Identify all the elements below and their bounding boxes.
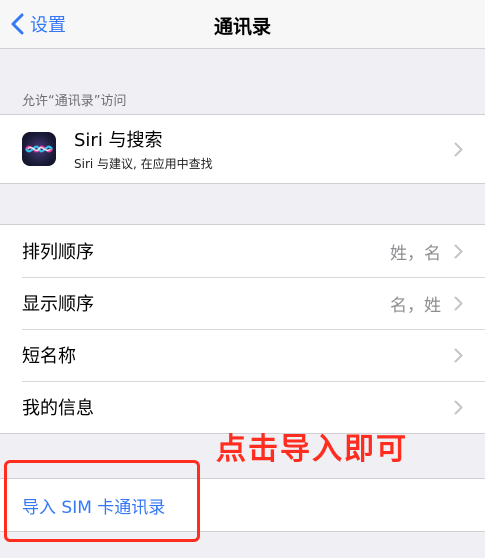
siri-group: Siri 与搜索 Siri 与建议, 在应用中查找: [0, 114, 485, 184]
chevron-right-icon: [454, 244, 463, 259]
sort-order-row[interactable]: 排列顺序 姓，名: [0, 225, 485, 277]
navigation-bar: 设置 通讯录: [0, 0, 485, 49]
page-title: 通讯录: [213, 16, 271, 38]
my-info-label: 我的信息: [22, 398, 94, 419]
display-order-row[interactable]: 显示顺序 名，姓: [0, 277, 485, 329]
display-order-label: 显示顺序: [22, 294, 94, 315]
section-header: 允许“通讯录”访问: [22, 94, 127, 109]
sort-order-label: 排列顺序: [22, 242, 94, 263]
chevron-right-icon: [454, 142, 463, 157]
siri-search-row[interactable]: Siri 与搜索 Siri 与建议, 在应用中查找: [0, 115, 485, 183]
chevron-right-icon: [454, 400, 463, 415]
siri-subtitle: Siri 与建议, 在应用中查找: [74, 157, 213, 171]
display-order-value: 名，姓: [390, 295, 441, 316]
short-name-label: 短名称: [22, 346, 76, 367]
contact-settings-group: 排列顺序 姓，名 显示顺序 名，姓 短名称 我的信息: [0, 224, 485, 434]
annotation-text: 点击导入即可: [216, 432, 408, 467]
annotation-highlight-box: [4, 460, 200, 542]
sort-order-value: 姓，名: [390, 243, 441, 264]
chevron-right-icon: [454, 296, 463, 311]
siri-title: Siri 与搜索: [74, 130, 163, 151]
short-name-row[interactable]: 短名称: [0, 329, 485, 381]
siri-icon: [22, 132, 56, 166]
chevron-right-icon: [454, 348, 463, 363]
